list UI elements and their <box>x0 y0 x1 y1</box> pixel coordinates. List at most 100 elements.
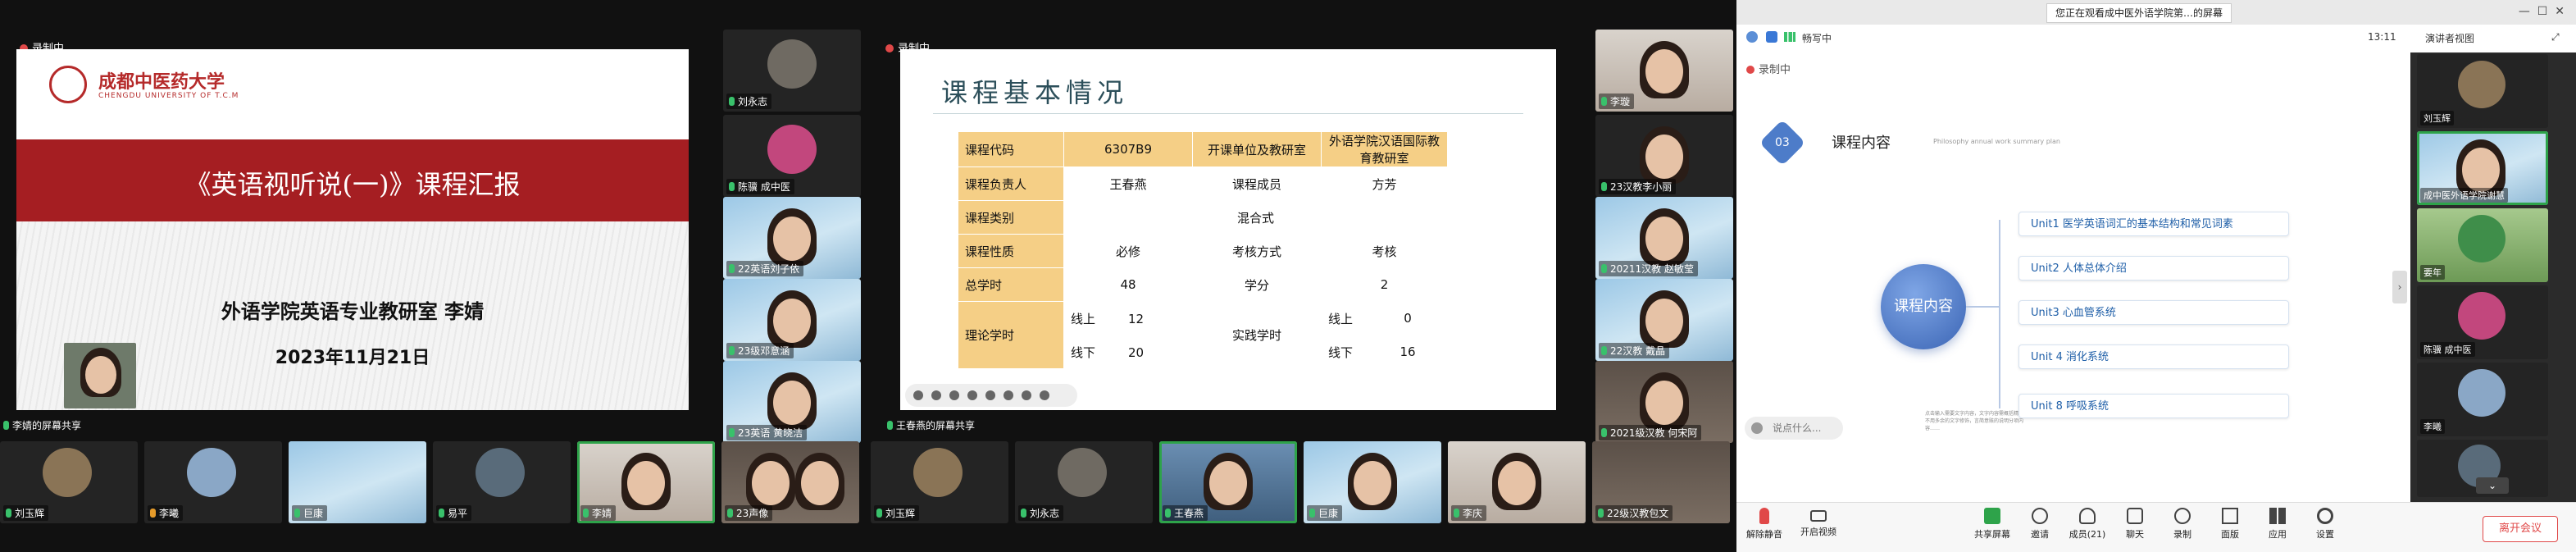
participant-sidebar: 刘玉辉 成中医外语学院谢慧 要年 陈骥 成中医 李曦 ⌄ <box>2410 52 2576 502</box>
video-tile-active[interactable]: 李婧 <box>577 441 715 523</box>
center-circle: 课程内容 <box>1881 264 1966 349</box>
chat-icon <box>2127 508 2143 524</box>
emoji-icon[interactable] <box>1751 422 1763 434</box>
video-tile[interactable]: 李庆 <box>1448 441 1586 523</box>
avatar <box>187 448 236 497</box>
section-number-badge: 03 <box>1759 119 1806 167</box>
avatar <box>767 39 817 89</box>
video-tile[interactable]: 李曦 <box>144 441 282 523</box>
university-subtitle: CHENGDU UNIVERSITY OF T.C.M <box>98 92 239 100</box>
video-tile[interactable]: 20211汉教 赵敏莹 <box>1595 197 1733 279</box>
invite-button[interactable]: 邀请 <box>2015 508 2064 541</box>
video-tile[interactable]: 23汉教李小丽 <box>1595 115 1733 197</box>
invite-icon <box>2032 508 2048 524</box>
slide-heading: 课程内容 <box>1832 135 1891 152</box>
avatar <box>913 448 963 497</box>
connector-line <box>1999 220 2000 408</box>
leave-meeting-button[interactable]: 离开会议 <box>2483 516 2558 542</box>
video-tile[interactable]: 刘玉辉 <box>871 441 1008 523</box>
collapse-panel-button[interactable]: › <box>2392 271 2407 303</box>
video-tile[interactable]: 2021级汉教 何宋阿 <box>1595 361 1733 443</box>
share-label: 李婧的屏幕共享 <box>3 418 81 432</box>
apps-button[interactable]: 应用 <box>2253 508 2302 541</box>
record-button[interactable]: 录制 <box>2158 508 2207 541</box>
university-logo-icon <box>49 66 87 103</box>
presenter-camera <box>64 343 136 408</box>
table-row: 理论学时 线上 12 实践学时 线上 0 <box>958 301 1448 369</box>
unit-item: Unit3 心血管系统 <box>2018 300 2289 325</box>
video-tile[interactable]: 陈骥 成中医 <box>2417 285 2548 359</box>
slide-title: 《英语视听说(一)》课程汇报 <box>184 169 521 200</box>
video-tile[interactable]: 李曦 <box>2417 363 2548 436</box>
chat-button[interactable]: 聊天 <box>2110 508 2160 541</box>
share-label-2: 王春燕的屏幕共享 <box>887 418 975 432</box>
slide-subheading: Philosophy annual work summary plan <box>1933 138 2060 145</box>
video-button[interactable]: 开启视频 <box>1794 508 1843 538</box>
shield-icon[interactable] <box>1766 31 1777 43</box>
mute-button[interactable]: 解除静音 <box>1740 508 1789 541</box>
recording-indicator-3: 录制中 <box>1746 61 1791 76</box>
video-tile[interactable]: 巨康 <box>289 441 426 523</box>
share-screen-button[interactable]: 共享屏幕 <box>1968 508 2017 541</box>
video-tile[interactable]: 23级邓意涵 <box>723 279 861 361</box>
viewing-banner: 您正在观看成中医外语学院第…的屏幕 <box>2046 3 2232 23</box>
unit-item: Unit2 人体总体介绍 <box>2018 256 2289 281</box>
meeting-status-bar: 畅写中 13:11 演讲者视图 ⤢ <box>1736 25 2576 53</box>
whiteboard-icon <box>2222 508 2238 524</box>
clock: 13:11 <box>2368 31 2396 43</box>
mic-icon <box>887 421 893 430</box>
slide-author: 外语学院英语专业教研室 李婧 <box>221 299 485 323</box>
video-tile[interactable]: 刘玉辉 <box>2417 54 2548 128</box>
unit-item: Unit 4 消化系统 <box>2018 344 2289 369</box>
mic-icon <box>3 421 9 430</box>
settings-button[interactable]: 设置 <box>2301 508 2350 541</box>
video-tile[interactable]: 刘永志 <box>1015 441 1153 523</box>
table-row: 课程性质 必修 考核方式 考核 <box>958 234 1448 268</box>
table-row: 课程负责人 王春燕 课程成员 方芳 <box>958 167 1448 201</box>
slide-note: 点击输入需要文字内容，文字内容需概括精练，不用多余的文字修饰，言简意赅的说明分项… <box>1925 411 2029 431</box>
university-name: 成都中医药大学 <box>98 71 225 93</box>
video-tile[interactable]: 22级汉教包文 <box>1592 441 1730 523</box>
unit-item: Unit1 医学英语词汇的基本结构和常见词素 <box>2018 212 2289 236</box>
info-icon[interactable] <box>1746 31 1758 43</box>
connector-line <box>1966 306 1999 308</box>
video-tile[interactable]: 李璇 <box>1595 30 1733 112</box>
fullscreen-icon[interactable]: ⤢ <box>2551 31 2560 43</box>
video-tile[interactable]: 23英语 黄晓洁 <box>723 361 861 443</box>
video-tile[interactable]: 巨康 <box>1304 441 1441 523</box>
caster-status: 畅写中 <box>1802 33 1832 44</box>
video-tile[interactable]: 要年 <box>2417 208 2548 282</box>
table-row: 课程代码 6307B9 开课单位及教研室 外语学院汉语国际教育教研室 <box>958 131 1448 167</box>
video-tile[interactable]: 刘玉辉 <box>0 441 138 523</box>
shared-slide-course-report: 成都中医药大学 CHENGDU UNIVERSITY OF T.C.M 《英语视… <box>16 49 689 410</box>
video-tile-active[interactable]: 成中医外语学院谢慧 <box>2417 131 2548 205</box>
comment-input[interactable]: 说点什么... <box>1745 417 1843 440</box>
video-tile[interactable]: 陈骥 成中医 <box>723 115 861 197</box>
mic-off-icon <box>1759 508 1769 524</box>
video-tile[interactable]: 易平 <box>433 441 571 523</box>
video-tile-active[interactable]: 王春燕 <box>1159 441 1297 523</box>
record-icon <box>1746 66 1755 74</box>
table-row: 课程类别 混合式 <box>958 200 1448 235</box>
speaker-view-button[interactable]: 演讲者视图 <box>2425 31 2474 45</box>
video-tile[interactable]: 23声像 <box>721 441 859 523</box>
video-tile[interactable]: 刘永志 <box>723 30 861 112</box>
video-tile[interactable]: 22汉教 戴晶 <box>1595 279 1733 361</box>
avatar <box>1058 448 1107 497</box>
whiteboard-button[interactable]: 面版 <box>2205 508 2255 541</box>
avatar <box>43 448 92 497</box>
shared-slide-course-info: 课程基本情况 课程代码 6307B9 开课单位及教研室 外语学院汉语国际教育教研… <box>900 49 1556 410</box>
avatar <box>767 125 817 174</box>
unit-item: Unit 8 呼吸系统 <box>2018 394 2289 418</box>
scroll-down-button[interactable]: ⌄ <box>2476 477 2509 494</box>
annotation-toolbar[interactable] <box>905 384 1077 407</box>
video-tile[interactable]: 22英语刘子依 <box>723 197 861 279</box>
avatar <box>476 448 525 497</box>
share-screen-icon <box>1984 508 2000 524</box>
title-bar: 您正在观看成中医外语学院第…的屏幕 — ☐ ✕ <box>1736 0 2576 25</box>
signal-icon <box>1784 32 1795 42</box>
course-info-table: 课程代码 6307B9 开课单位及教研室 外语学院汉语国际教育教研室 课程负责人… <box>958 131 1448 369</box>
members-button[interactable]: 成员(21) <box>2063 508 2112 541</box>
gear-icon <box>2317 508 2333 524</box>
window-controls[interactable]: — ☐ ✕ <box>2519 5 2565 18</box>
